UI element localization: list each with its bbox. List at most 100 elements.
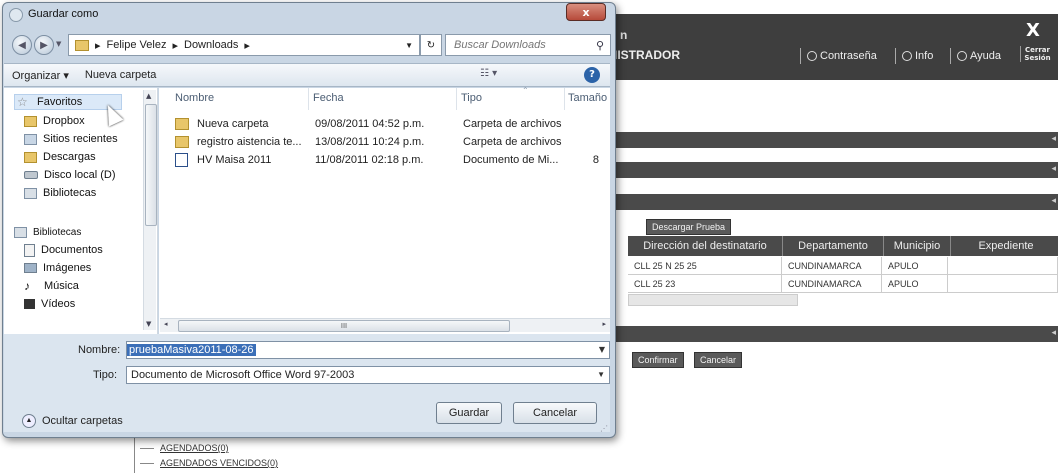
breadcrumb-item[interactable]: Felipe Velez <box>107 39 167 51</box>
list-item[interactable]: HV Maisa 2011 11/08/2011 02:18 p.m. Docu… <box>175 152 599 168</box>
scroll-down-icon[interactable]: ▼ <box>146 320 151 328</box>
nav-item-music[interactable]: ♪ Música <box>24 278 79 294</box>
tree-connector <box>134 432 135 473</box>
file-type-select[interactable]: Documento de Microsoft Office Word 97-20… <box>126 366 610 384</box>
nav-item-label: Disco local (D) <box>44 169 116 181</box>
scrollbar-thumb[interactable]: III <box>178 320 510 332</box>
scroll-left-icon[interactable]: ◂ <box>164 320 168 328</box>
section-band[interactable]: ◂ <box>600 326 1058 342</box>
star-icon: ☆ <box>17 95 28 109</box>
folder-icon <box>175 136 189 148</box>
filename-label: Nombre: <box>78 344 121 356</box>
search-input[interactable] <box>452 38 591 52</box>
breadcrumb-item[interactable]: Downloads <box>184 39 238 51</box>
nav-change-password[interactable]: Contraseña <box>800 48 877 64</box>
forward-button[interactable]: ▶ <box>34 35 54 55</box>
filename-input[interactable]: pruebaMasiva2011-08-26 ▼ <box>126 341 610 359</box>
folder-icon <box>75 39 89 51</box>
collapse-icon: ◂ <box>1051 328 1056 338</box>
section-band[interactable]: ◂ <box>600 194 1058 210</box>
collapse-icon: ◂ <box>1051 134 1056 144</box>
nav-item-pictures[interactable]: Imágenes <box>24 260 91 276</box>
column-header-date[interactable]: Fecha <box>313 92 344 104</box>
nav-item-documents[interactable]: Documentos <box>24 242 103 258</box>
table-row[interactable]: CLL 25 N 25 25 CUNDINAMARCA APULO <box>628 257 1058 275</box>
nav-item-dropbox[interactable]: Dropbox <box>24 113 85 129</box>
section-band[interactable]: ◂ <box>600 132 1058 148</box>
list-item[interactable]: registro aistencia te... 13/08/2011 10:2… <box>175 134 569 150</box>
section-band[interactable]: ◂ <box>600 162 1058 178</box>
back-arrow-icon: ◀ <box>18 39 26 51</box>
column-divider[interactable] <box>308 88 309 110</box>
breadcrumb-separator-icon: ▸ <box>172 39 178 52</box>
grid-pager[interactable] <box>628 294 798 306</box>
nav-item-label: Descargas <box>43 151 96 163</box>
library-icon <box>14 226 27 238</box>
column-header-size[interactable]: Tamaño <box>568 92 608 104</box>
column-header-type[interactable]: Tipo <box>461 92 482 104</box>
column-divider[interactable] <box>456 88 457 110</box>
nav-item-videos[interactable]: Vídeos <box>24 296 75 312</box>
nav-item-label: Imágenes <box>43 262 92 274</box>
back-button[interactable]: ◀ <box>12 35 32 55</box>
file-list-horizontal-scrollbar[interactable]: ◂ III ▸ <box>160 318 610 332</box>
grid-cell: CLL 25 N 25 25 <box>628 257 782 274</box>
scroll-up-icon[interactable]: ▲ <box>146 92 151 100</box>
dropdown-arrow-icon[interactable]: ▼ <box>597 370 605 379</box>
nav-item-label: Bibliotecas <box>33 226 82 238</box>
file-type: Carpeta de archivos <box>463 118 562 130</box>
grid-header-record[interactable]: Expediente <box>951 236 1058 256</box>
table-row[interactable]: CLL 25 23 CUNDINAMARCA APULO <box>628 275 1058 293</box>
new-folder-button[interactable]: Nueva carpeta <box>77 69 165 81</box>
nav-item-local-disk[interactable]: Disco local (D) <box>24 167 116 183</box>
nav-item-libraries[interactable]: Bibliotecas <box>14 224 81 240</box>
view-options-button[interactable]: ☷ ▾ <box>480 68 497 79</box>
column-divider[interactable] <box>564 88 565 110</box>
history-dropdown-icon[interactable]: ▼ <box>56 40 61 48</box>
dropdown-arrow-icon[interactable]: ▼ <box>599 345 605 354</box>
cancel-button[interactable]: Cancelar <box>694 352 743 368</box>
list-item[interactable]: Nueva carpeta 09/08/2011 04:52 p.m. Carp… <box>175 116 569 132</box>
tree-item-scheduled[interactable]: AGENDADOS(0) <box>140 443 229 453</box>
nav-help[interactable]: Ayuda <box>950 48 1001 64</box>
nav-item-recent-places[interactable]: Sitios recientes <box>24 131 118 147</box>
confirm-button[interactable]: Confirmar <box>632 352 684 368</box>
dialog-close-button[interactable]: x <box>566 3 606 21</box>
file-type-value: Documento de Microsoft Office Word 97-20… <box>131 369 355 381</box>
refresh-button[interactable]: ↻ <box>420 34 442 56</box>
file-type: Carpeta de archivos <box>463 136 562 148</box>
logout-button[interactable]: Cerrar Sesión <box>1020 46 1052 62</box>
grid-header-municipality[interactable]: Municipio <box>884 236 951 256</box>
grid-header-department[interactable]: Departamento <box>783 236 884 256</box>
app-role-label: IISTRADOR <box>614 48 680 62</box>
scrollbar-thumb[interactable] <box>145 104 157 226</box>
dialog-cancel-button[interactable]: Cancelar <box>513 402 597 424</box>
organize-menu[interactable]: Organizar ▾ <box>4 69 77 82</box>
save-button[interactable]: Guardar <box>436 402 502 424</box>
recent-places-icon <box>24 133 37 145</box>
radio-icon <box>807 51 817 61</box>
help-button[interactable]: ? <box>584 67 600 83</box>
nav-item-downloads[interactable]: Descargas <box>24 149 96 165</box>
folder-icon <box>24 115 37 127</box>
search-box[interactable]: ⚲ <box>445 34 611 56</box>
refresh-icon: ↻ <box>426 39 436 51</box>
hide-folders-toggle[interactable]: ▲ Ocultar carpetas <box>22 414 123 428</box>
nav-item-libraries-shortcut[interactable]: Bibliotecas <box>24 185 96 201</box>
app-title: n <box>620 28 628 42</box>
address-bar[interactable]: ▸ Felipe Velez ▸ Downloads ▸ ▼ <box>68 34 420 56</box>
address-dropdown-icon[interactable]: ▼ <box>405 41 413 50</box>
column-header-name[interactable]: Nombre <box>175 92 214 104</box>
resize-grip-icon[interactable]: ⋰ <box>600 424 608 433</box>
download-test-button[interactable]: Descargar Prueba <box>646 219 732 235</box>
grid-cell <box>948 257 1058 274</box>
nav-scrollbar[interactable]: ▲ ▼ <box>143 90 157 330</box>
scroll-right-icon[interactable]: ▸ <box>602 320 606 328</box>
grid-header-address[interactable]: Dirección del destinatario <box>628 236 783 256</box>
nav-info[interactable]: Info <box>895 48 933 64</box>
tree-item-scheduled-overdue[interactable]: AGENDADOS VENCIDOS(0) <box>140 458 278 468</box>
grid-header: Dirección del destinatario Departamento … <box>628 236 1058 256</box>
word-document-icon <box>175 153 188 167</box>
grid-cell <box>948 275 1058 292</box>
app-close-icon[interactable]: X <box>1014 20 1052 44</box>
